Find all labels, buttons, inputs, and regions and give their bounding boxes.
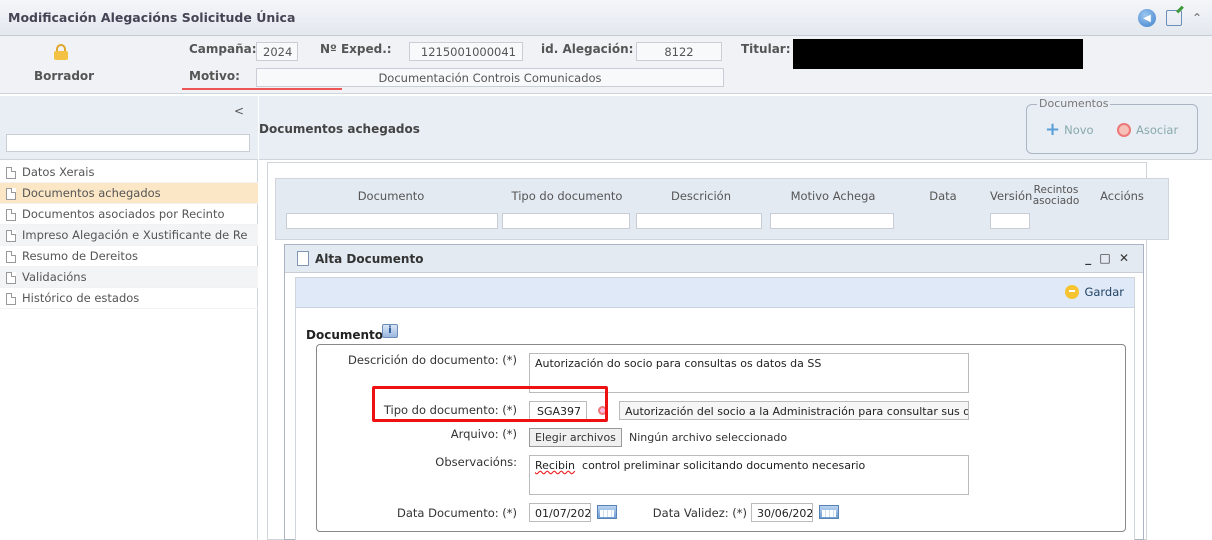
col-version[interactable]: Versión bbox=[990, 189, 1032, 203]
sidebar-item-datos-xerais[interactable]: Datos Xerais bbox=[0, 162, 258, 183]
documento-section-title: Documento bbox=[306, 328, 384, 342]
document-icon bbox=[297, 251, 309, 266]
info-icon[interactable]: i bbox=[382, 324, 398, 338]
alegacion-label: id. Alegación: bbox=[541, 42, 634, 56]
document-icon bbox=[6, 293, 16, 305]
data-documento-input[interactable]: 01/07/2024 bbox=[529, 503, 591, 522]
novo-button[interactable]: + Novo bbox=[1045, 119, 1094, 140]
data-validez-input[interactable]: 30/06/2025 bbox=[751, 503, 813, 522]
search-icon bbox=[1117, 123, 1131, 137]
expediente-field: 1215001000041 bbox=[409, 42, 523, 61]
edit-icon[interactable] bbox=[1165, 10, 1182, 26]
calendar-icon[interactable] bbox=[819, 505, 839, 519]
save-icon bbox=[1065, 285, 1080, 299]
data-documento-label: Data Documento: (*) bbox=[397, 506, 517, 520]
chevron-up-icon[interactable]: ⌃ bbox=[1192, 11, 1202, 25]
motivo-field: Documentación Controis Comunicados bbox=[256, 68, 724, 87]
asociar-button[interactable]: Asociar bbox=[1117, 123, 1178, 137]
arquivo-label: Arquivo: (*) bbox=[450, 427, 517, 441]
grid-header: Documento Tipo do documento Descrición M… bbox=[275, 178, 1169, 240]
data-validez-label: Data Validez: (*) bbox=[652, 506, 747, 520]
title-bar: Modificación Alegacións Solicitude Única… bbox=[0, 0, 1212, 36]
col-data[interactable]: Data bbox=[900, 189, 986, 203]
document-icon bbox=[6, 167, 16, 179]
observacions-textarea[interactable]: Recibin control preliminar solicitando d… bbox=[529, 455, 969, 495]
section-title: Documentos achegados bbox=[259, 122, 420, 136]
sidebar-item-historico[interactable]: Histórico de estados bbox=[0, 288, 258, 309]
dialog-toolbar: Gardar bbox=[296, 278, 1134, 308]
highlight-box bbox=[372, 386, 608, 422]
header-panel: Borrador Campaña: 2024 Nº Exped.: 121500… bbox=[0, 36, 1212, 94]
alegacion-field: 8122 bbox=[636, 42, 722, 61]
plus-icon: + bbox=[1045, 119, 1061, 140]
document-icon bbox=[6, 251, 16, 263]
sidebar-item-label: Datos Xerais bbox=[22, 165, 95, 179]
sidebar-item-label: Validacións bbox=[22, 270, 87, 284]
calendar-icon[interactable] bbox=[597, 505, 617, 519]
documentos-legend: Documentos bbox=[1037, 97, 1111, 110]
filter-tipo[interactable] bbox=[502, 213, 630, 229]
observacions-label: Observacións: bbox=[435, 455, 517, 469]
gardar-button[interactable]: Gardar bbox=[1065, 285, 1124, 299]
observacions-text: control preliminar solicitando documento… bbox=[575, 459, 866, 472]
dialog-title: Alta Documento bbox=[315, 252, 424, 266]
filter-motivo[interactable] bbox=[770, 213, 894, 229]
asociar-label: Asociar bbox=[1136, 123, 1179, 137]
choose-file-button[interactable]: Elegir archivos bbox=[529, 428, 622, 447]
sidebar-item-documentos-achegados[interactable]: Documentos achegados bbox=[0, 183, 258, 204]
campana-field: 2024 bbox=[256, 42, 298, 61]
sidebar: < Datos Xerais Documentos achegados Docu… bbox=[0, 96, 258, 540]
sidebar-item-documentos-recinto[interactable]: Documentos asociados por Recinto bbox=[0, 204, 258, 225]
active-indicator bbox=[182, 88, 342, 90]
filter-descricion[interactable] bbox=[636, 213, 762, 229]
motivo-label: Motivo: bbox=[189, 69, 240, 83]
sidebar-item-label: Histórico de estados bbox=[22, 291, 140, 305]
sidebar-item-label: Documentos asociados por Recinto bbox=[22, 207, 225, 221]
sidebar-item-label: Documentos achegados bbox=[22, 186, 161, 200]
gardar-label: Gardar bbox=[1084, 285, 1124, 299]
redacted-titular bbox=[793, 39, 1083, 69]
document-icon bbox=[6, 230, 16, 242]
sidebar-search-input[interactable] bbox=[6, 134, 250, 152]
sidebar-item-validacions[interactable]: Validacións bbox=[0, 267, 258, 288]
expediente-label: Nº Exped.: bbox=[320, 42, 392, 56]
filter-version[interactable] bbox=[990, 213, 1030, 229]
col-documento[interactable]: Documento bbox=[286, 189, 496, 203]
descricion-label: Descrición do documento: (*) bbox=[348, 353, 517, 367]
documento-form: Descrición do documento: (*) Autorizació… bbox=[316, 344, 1126, 532]
status-label: Borrador bbox=[34, 69, 95, 83]
sidebar-item-resumo[interactable]: Resumo de Dereitos bbox=[0, 246, 258, 267]
dialog-titlebar: Alta Documento _ □ ✕ bbox=[285, 245, 1143, 273]
col-recintos[interactable]: Recintos asociado bbox=[1032, 185, 1080, 207]
unlock-icon bbox=[54, 44, 68, 60]
collapse-icon[interactable]: < bbox=[234, 104, 244, 118]
document-icon bbox=[6, 188, 16, 200]
document-icon bbox=[6, 209, 16, 221]
col-motivo[interactable]: Motivo Achega bbox=[770, 189, 896, 203]
sidebar-item-label: Impreso Alegación e Xustificante de Re bbox=[22, 228, 248, 242]
sidebar-item-label: Resumo de Dereitos bbox=[22, 249, 138, 263]
back-icon[interactable]: ◀ bbox=[1137, 9, 1156, 27]
col-descricion[interactable]: Descrición bbox=[636, 189, 766, 203]
titular-label: Titular: bbox=[741, 42, 791, 56]
document-icon bbox=[6, 272, 16, 284]
window-controls[interactable]: _ □ ✕ bbox=[1085, 251, 1131, 265]
window-title: Modificación Alegacións Solicitude Única bbox=[8, 10, 296, 25]
col-accions[interactable]: Accións bbox=[1084, 189, 1160, 203]
col-tipo[interactable]: Tipo do documento bbox=[502, 189, 632, 203]
tipo-desc-field: Autorización del socio a la Administraci… bbox=[619, 401, 969, 420]
campana-label: Campaña: bbox=[189, 42, 257, 56]
documentos-fieldset: Documentos + Novo Asociar bbox=[1026, 97, 1198, 154]
file-status: Ningún archivo seleccionado bbox=[629, 431, 788, 444]
misspelled-word: Recibin bbox=[535, 459, 576, 472]
novo-label: Novo bbox=[1064, 123, 1094, 137]
sidebar-item-impreso[interactable]: Impreso Alegación e Xustificante de Re bbox=[0, 225, 258, 246]
filter-documento[interactable] bbox=[286, 213, 498, 229]
